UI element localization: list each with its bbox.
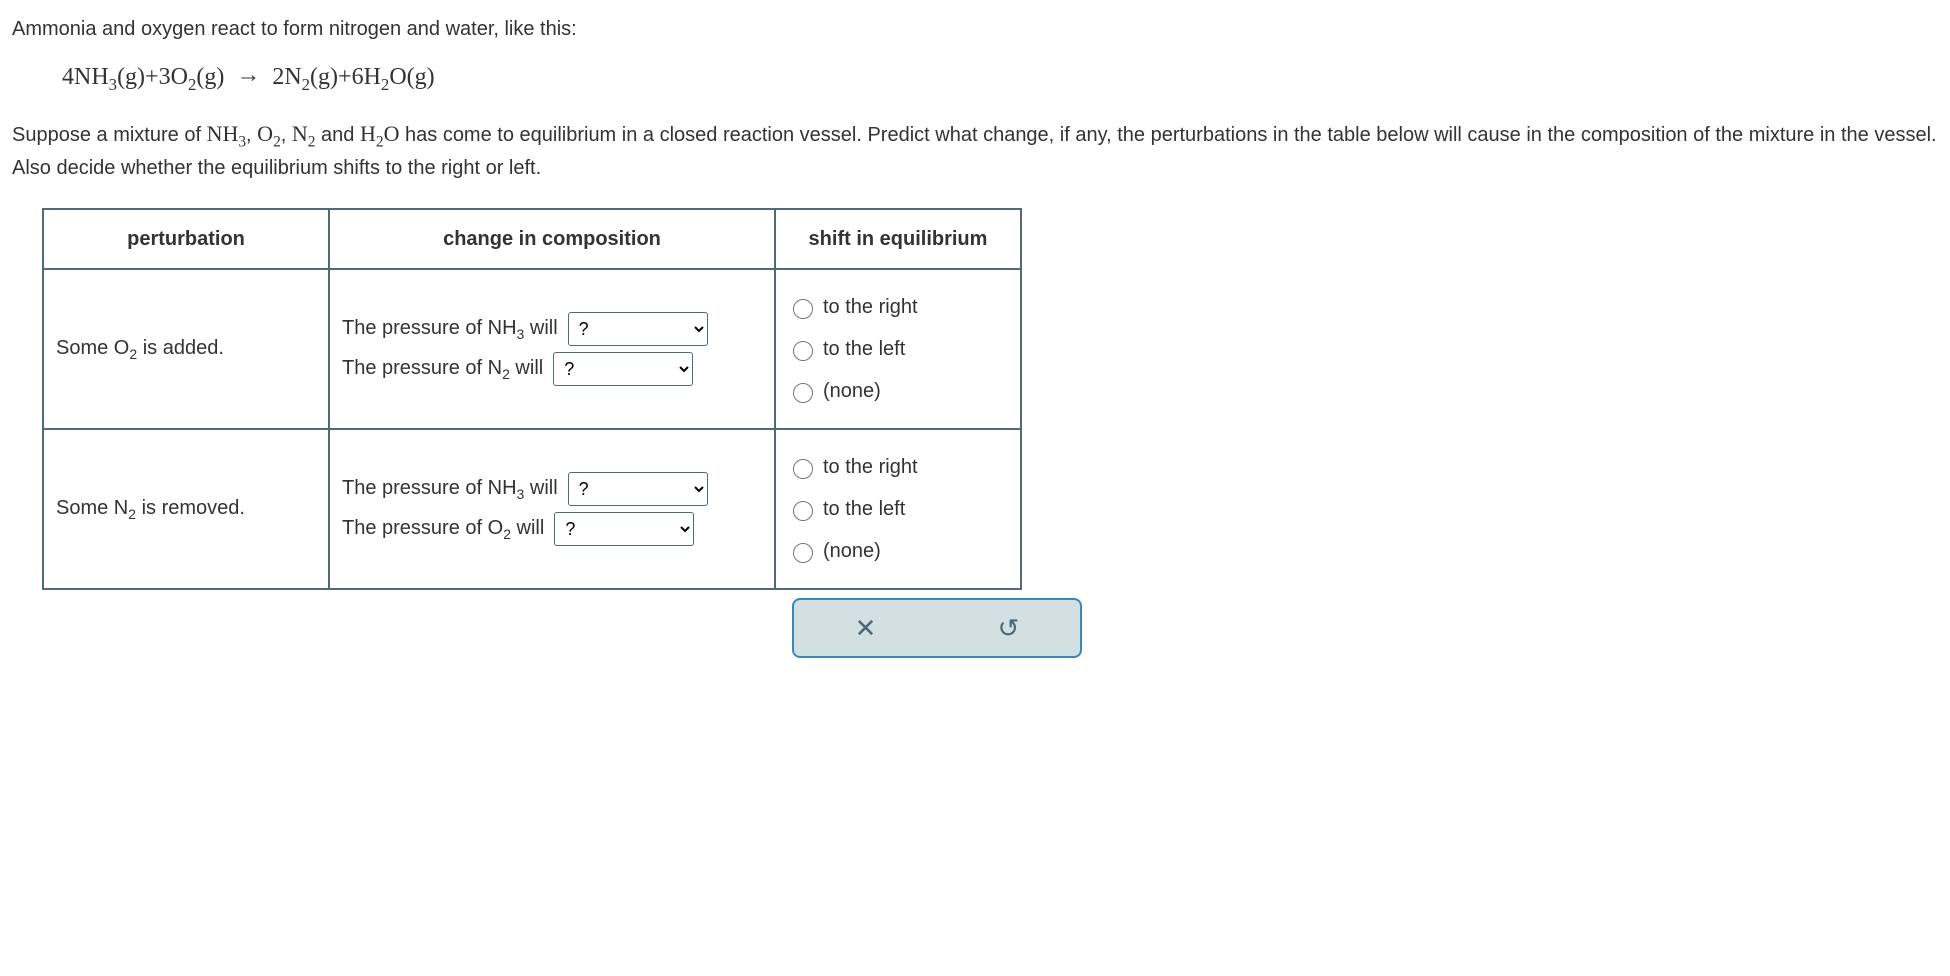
table-row: Some N2 is removed. The pressure of NH3 … bbox=[43, 429, 1021, 589]
radio-none[interactable] bbox=[793, 383, 813, 403]
radio-label: to the right bbox=[823, 292, 918, 322]
table-row: Some O2 is added. The pressure of NH3 wi… bbox=[43, 269, 1021, 429]
reset-button[interactable]: ↺ bbox=[994, 609, 1024, 648]
change-label: The pressure of NH3 will bbox=[342, 313, 558, 345]
perturbation-cell: Some N2 is removed. bbox=[43, 429, 329, 589]
header-shift: shift in equilibrium bbox=[775, 209, 1021, 269]
radio-label: (none) bbox=[823, 376, 881, 406]
header-change: change in composition bbox=[329, 209, 775, 269]
perturbation-cell: Some O2 is added. bbox=[43, 269, 329, 429]
change-label: The pressure of NH3 will bbox=[342, 473, 558, 505]
change-label: The pressure of N2 will bbox=[342, 353, 543, 385]
change-select-o2[interactable]: ? bbox=[554, 512, 694, 546]
problem-body: Suppose a mixture of NH3, O2, N2 and H2O… bbox=[12, 117, 1938, 184]
radio-label: to the left bbox=[823, 334, 905, 364]
radio-none[interactable] bbox=[793, 543, 813, 563]
shift-cell: to the right to the left (none) bbox=[775, 429, 1021, 589]
radio-label: to the right bbox=[823, 452, 918, 482]
change-cell: The pressure of NH3 will ? The pressure … bbox=[329, 269, 775, 429]
shift-cell: to the right to the left (none) bbox=[775, 269, 1021, 429]
reset-icon: ↺ bbox=[998, 613, 1020, 643]
close-button[interactable]: ✕ bbox=[851, 609, 881, 648]
radio-label: to the left bbox=[823, 494, 905, 524]
change-select-nh3[interactable]: ? bbox=[568, 312, 708, 346]
radio-label: (none) bbox=[823, 536, 881, 566]
intro-line: Ammonia and oxygen react to form nitroge… bbox=[12, 14, 1938, 44]
radio-to-left[interactable] bbox=[793, 341, 813, 361]
change-cell: The pressure of NH3 will ? The pressure … bbox=[329, 429, 775, 589]
action-button-bar: ✕ ↺ bbox=[792, 598, 1082, 658]
close-icon: ✕ bbox=[855, 613, 877, 643]
change-select-n2[interactable]: ? bbox=[553, 352, 693, 386]
change-label: The pressure of O2 will bbox=[342, 513, 544, 545]
radio-to-right[interactable] bbox=[793, 459, 813, 479]
reaction-arrow-icon: → bbox=[236, 57, 260, 93]
equilibrium-table: perturbation change in composition shift… bbox=[42, 208, 1022, 590]
radio-to-left[interactable] bbox=[793, 501, 813, 521]
radio-to-right[interactable] bbox=[793, 299, 813, 319]
header-perturbation: perturbation bbox=[43, 209, 329, 269]
change-select-nh3[interactable]: ? bbox=[568, 472, 708, 506]
reaction-equation: 4NH3(g)+3O2(g) → 2N2(g)+6H2O(g) bbox=[62, 59, 1938, 97]
